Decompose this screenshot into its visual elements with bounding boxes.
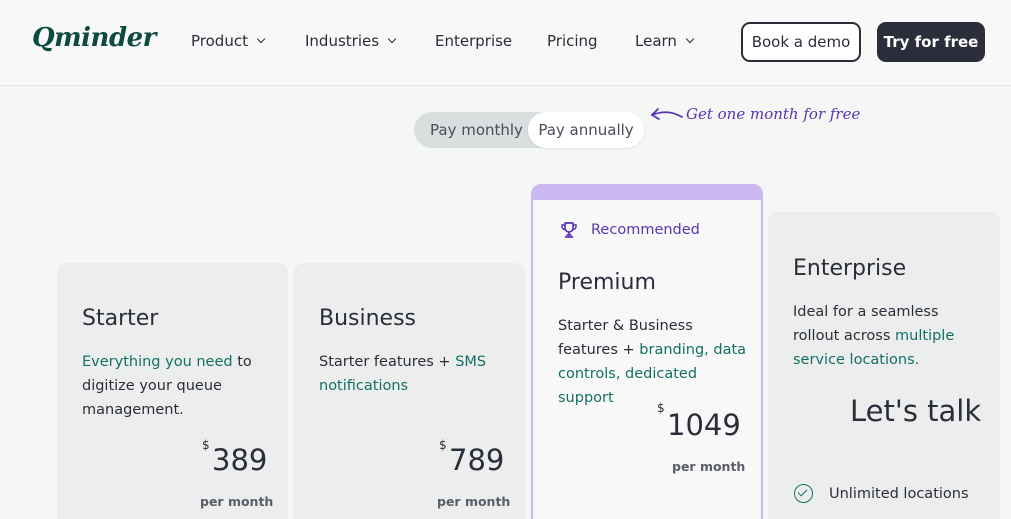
annual-promo-text: Get one month for free (686, 105, 861, 123)
nav-item-enterprise[interactable]: Enterprise (435, 32, 512, 50)
nav-item-label: Product (191, 32, 248, 50)
plan-description: Everything you need to digitize your que… (82, 350, 282, 422)
nav-item-label: Learn (635, 32, 677, 50)
billing-period-toggle: Pay monthly Pay annually (414, 112, 644, 148)
feature-label: Unlimited locations (829, 485, 969, 502)
currency-symbol: $ (439, 438, 447, 452)
lets-talk-cta[interactable]: Let's talk (850, 394, 981, 428)
nav-item-label: Industries (305, 32, 380, 50)
plan-title: Business (319, 306, 417, 331)
nav-item-product[interactable]: Product (191, 32, 266, 50)
pay-monthly-option[interactable]: Pay monthly (430, 121, 523, 139)
plan-title: Enterprise (793, 256, 907, 281)
plan-price: 789 (449, 443, 505, 477)
recommended-highlight-bar (533, 186, 761, 200)
feature-item: Unlimited locations (794, 484, 969, 503)
price-period: per month (200, 494, 274, 509)
plan-description-highlight: controls, dedicated (558, 366, 698, 382)
plan-description-text: Ideal for a seamless (793, 304, 939, 320)
nav-item-pricing[interactable]: Pricing (547, 32, 598, 50)
currency-symbol: $ (657, 401, 665, 415)
nav-item-industries[interactable]: Industries (305, 32, 397, 50)
plan-title: Starter (82, 306, 159, 331)
plan-description-text: rollout across (793, 328, 896, 344)
plan-card-premium: Recommended Premium Starter & Business f… (531, 184, 763, 519)
check-circle-icon (794, 484, 813, 503)
plan-description: Ideal for a seamless rollout across mult… (793, 300, 993, 372)
plan-description-text: digitize your queue (82, 378, 222, 394)
recommended-badge: Recommended (559, 220, 700, 240)
plan-description: Starter & Business features + branding, … (558, 314, 758, 410)
plan-description-highlight: Everything you need (82, 354, 233, 370)
trophy-icon (561, 222, 577, 238)
qminder-logo[interactable]: Qminder (32, 23, 156, 53)
nav-item-label: Pricing (547, 32, 598, 50)
chevron-down-icon (387, 34, 397, 44)
nav-item-label: Enterprise (435, 32, 513, 50)
plan-price: 1049 (667, 408, 741, 442)
recommended-label: Recommended (591, 222, 700, 238)
plan-description-text: to (232, 354, 252, 370)
plan-description-highlight: multiple (895, 328, 955, 344)
plan-description-highlight: notifications (319, 378, 409, 394)
price-period: per month (437, 494, 511, 509)
plan-card-starter: Starter Everything you need to digitize … (57, 263, 288, 519)
chevron-down-icon (256, 34, 266, 44)
plan-card-business: Business Starter features + SMS notifica… (294, 263, 525, 519)
plan-description-text: Starter features + (319, 354, 456, 370)
nav-item-learn[interactable]: Learn (635, 32, 695, 50)
plan-description-text: features + (558, 342, 640, 358)
try-for-free-button[interactable]: Try for free (877, 22, 985, 62)
plan-title: Premium (558, 270, 656, 295)
plan-description-text: Starter & Business (558, 318, 693, 334)
arrow-left-icon (651, 108, 683, 120)
plan-description-highlight: service locations. (793, 352, 920, 368)
book-demo-button[interactable]: Book a demo (741, 22, 861, 62)
price-period: per month (672, 459, 746, 474)
plan-description-highlight: SMS (455, 354, 487, 370)
pay-annually-option[interactable]: Pay annually (528, 112, 644, 148)
plan-description: Starter features + SMS notifications (319, 350, 519, 398)
top-navigation: Qminder Product Industries Enterprise Pr… (0, 0, 1011, 86)
chevron-down-icon (685, 34, 695, 44)
plan-description-text: management. (82, 402, 184, 418)
plan-description-highlight: support (558, 390, 614, 406)
plan-card-enterprise: Enterprise Ideal for a seamless rollout … (768, 212, 1000, 519)
currency-symbol: $ (202, 438, 210, 452)
plan-description-highlight: branding, data (639, 342, 747, 358)
plan-price: 389 (212, 443, 268, 477)
